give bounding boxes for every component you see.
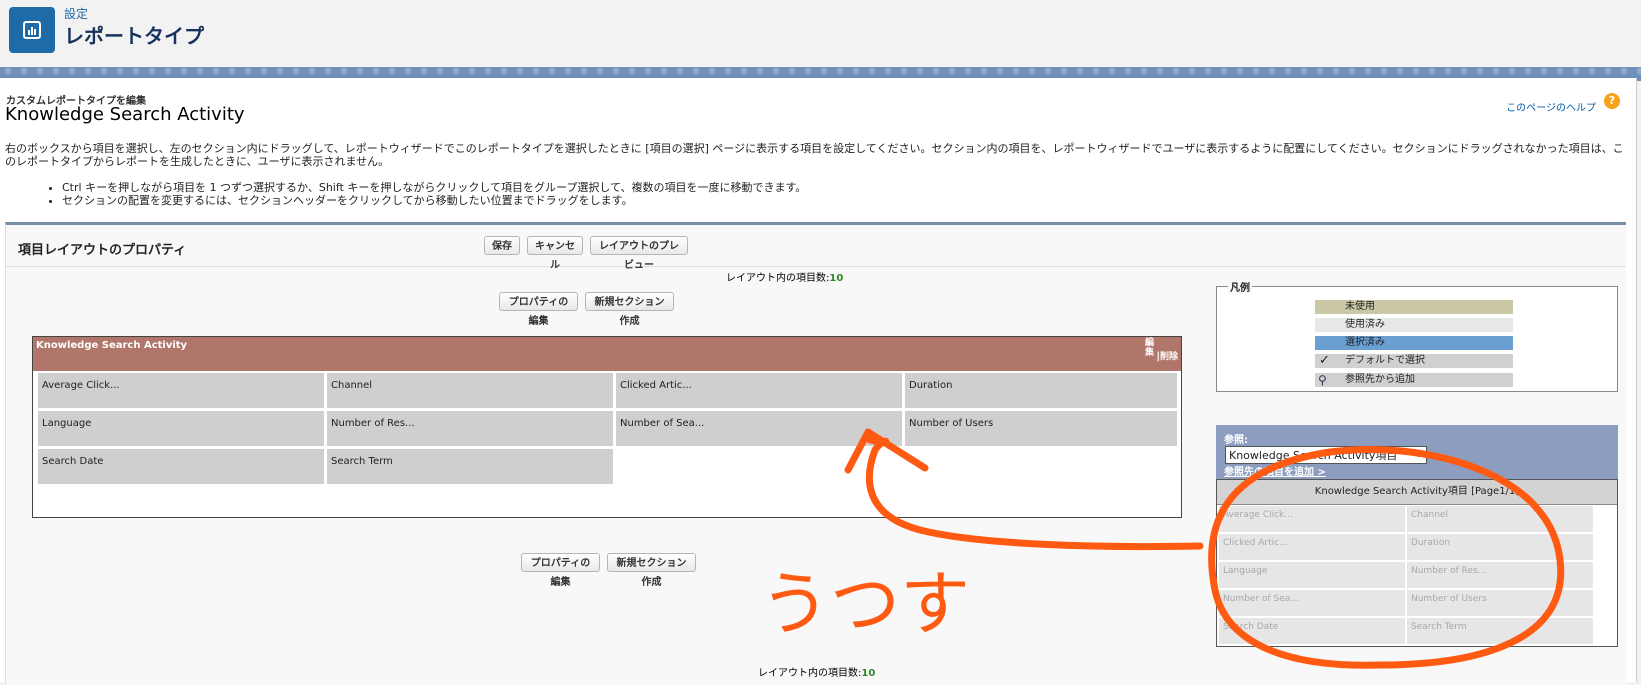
layout-field[interactable]: Duration <box>905 373 1177 408</box>
legend-label: 使用済み <box>1345 319 1385 330</box>
layout-field[interactable]: Search Date <box>38 449 324 484</box>
preview-button[interactable]: レイアウトのプレビュー <box>590 236 688 271</box>
instruction-bullets: Ctrl キーを押しながら項目を 1 つずつ選択するか、Shift キーを押しな… <box>46 181 806 207</box>
field-label: Number of Res... <box>331 418 415 429</box>
select-value: Knowledge Search Activity項目 <box>1229 449 1398 462</box>
field-label: Number of Users <box>1411 594 1487 604</box>
reference-field[interactable]: Duration <box>1407 534 1593 560</box>
layout-field[interactable]: Number of Users <box>905 411 1177 446</box>
page-indicator: [Page1/1] <box>1471 486 1520 497</box>
legend-title: 凡例 <box>1228 279 1252 294</box>
panel-header: 項目レイアウトのプロパティ 保存 キャンセル レイアウトのプレビュー <box>6 225 1626 271</box>
page-header: 設定 レポートタイプ <box>0 0 1641 68</box>
section-title: Knowledge Search Activity <box>36 340 188 351</box>
reference-select[interactable]: Knowledge Search Activity項目 ⌄ <box>1225 446 1427 464</box>
new-section-button-bottom[interactable]: 新規セクション作成 <box>607 553 696 588</box>
field-label: Channel <box>331 380 373 391</box>
legend-label: 参照先から追加 <box>1345 374 1415 385</box>
section-edit-link[interactable]: 編集 <box>1145 338 1157 358</box>
layout-field[interactable]: Search Term <box>327 449 613 484</box>
report-icon <box>9 7 55 53</box>
field-label: Number of Res... <box>1411 566 1487 576</box>
field-label: Number of Sea... <box>1223 594 1299 604</box>
page-title: レポートタイプ <box>64 24 204 48</box>
reference-field[interactable]: Channel <box>1407 506 1593 532</box>
field-label: Number of Sea... <box>620 418 705 429</box>
field-label: Language <box>42 418 92 429</box>
layout-field[interactable]: Clicked Artic... <box>616 373 902 408</box>
reference-list-header: Knowledge Search Activity項目 [Page1/1] <box>1217 480 1617 505</box>
reference-field-list: Knowledge Search Activity項目 [Page1/1] Av… <box>1216 479 1618 647</box>
reference-label: 参照: <box>1224 435 1248 446</box>
instructions: 右のボックスから項目を選択し、左のセクション内にドラッグして、レポートウィザード… <box>5 142 1624 168</box>
section-header[interactable]: Knowledge Search Activity 編集 |削除 <box>33 337 1181 371</box>
reference-field[interactable]: Number of Users <box>1407 590 1593 616</box>
check-icon: ✓ <box>1319 353 1330 368</box>
field-label: Search Term <box>331 456 393 467</box>
help-icon[interactable]: ? <box>1604 93 1620 109</box>
legend-label: 選択済み <box>1345 337 1385 348</box>
field-label: Duration <box>909 380 953 391</box>
panel-title: 項目レイアウトのプロパティ <box>18 243 187 258</box>
layout-field[interactable]: Average Click... <box>38 373 324 408</box>
field-label: Clicked Artic... <box>1223 538 1288 548</box>
layout-field[interactable]: Number of Res... <box>327 411 613 446</box>
bullet-item: Ctrl キーを押しながら項目を 1 つずつ選択するか、Shift キーを押しな… <box>62 181 806 194</box>
legend-label: 未使用 <box>1345 301 1375 312</box>
legend-unused: 未使用 <box>1315 300 1513 314</box>
count-value: 10 <box>829 273 844 284</box>
field-label: Search Date <box>1223 622 1279 632</box>
section-delete-label: 削除 <box>1159 352 1178 362</box>
legend-used: 使用済み <box>1315 318 1513 332</box>
legend-reference: ⚲ 参照先から追加 <box>1315 373 1513 387</box>
field-label: Clicked Artic... <box>620 380 692 391</box>
help-link[interactable]: このページのヘルプ <box>1506 99 1596 114</box>
field-label: Number of Users <box>909 418 994 429</box>
legend-box: 未使用 使用済み 選択済み ✓ デフォルトで選択 ⚲ 参照先から追加 <box>1216 286 1618 392</box>
field-count-bottom: レイアウト内の項目数:10 <box>758 664 875 679</box>
legend-selected: 選択済み <box>1315 336 1513 350</box>
legend-label: デフォルトで選択 <box>1345 355 1425 366</box>
edit-properties-button[interactable]: プロパティの編集 <box>499 292 578 327</box>
count-value: 10 <box>861 668 876 679</box>
layout-field[interactable]: Language <box>38 411 324 446</box>
field-label: Search Date <box>42 456 104 467</box>
bullet-item: セクションの配置を変更するには、セクションヘッダーをクリックしてから移動したい位… <box>62 194 806 207</box>
reference-field[interactable]: Number of Sea... <box>1219 590 1405 616</box>
field-label: Language <box>1223 566 1268 576</box>
reference-field[interactable]: Average Click... <box>1219 506 1405 532</box>
layout-field[interactable]: Channel <box>327 373 613 408</box>
count-label: レイアウト内の項目数: <box>726 273 830 284</box>
edit-properties-button-bottom[interactable]: プロパティの編集 <box>521 553 600 588</box>
field-label: Search Term <box>1411 622 1467 632</box>
reference-field[interactable]: Number of Res... <box>1407 562 1593 588</box>
field-count: レイアウト内の項目数:10 <box>726 269 843 284</box>
legend-default: ✓ デフォルトで選択 <box>1315 354 1513 368</box>
add-reference-link[interactable]: 参照先の項目を追加 > <box>1224 463 1326 478</box>
field-label: Duration <box>1411 538 1451 548</box>
count-label: レイアウト内の項目数: <box>758 668 862 679</box>
report-type-title: Knowledge Search Activity <box>5 104 245 125</box>
new-section-button[interactable]: 新規セクション作成 <box>585 292 674 327</box>
reference-field[interactable]: Search Date <box>1219 618 1405 644</box>
field-label: Average Click... <box>42 380 120 391</box>
list-title: Knowledge Search Activity項目 <box>1314 486 1468 497</box>
magnifier-icon: ⚲ <box>1318 373 1327 387</box>
reference-field[interactable]: Language <box>1219 562 1405 588</box>
main-content: カスタムレポートタイプを編集 Knowledge Search Activity… <box>0 78 1637 685</box>
reference-field[interactable]: Clicked Artic... <box>1219 534 1405 560</box>
layout-field[interactable]: Number of Sea... <box>616 411 902 446</box>
reference-field[interactable]: Search Term <box>1407 618 1593 644</box>
reference-panel: 参照: Knowledge Search Activity項目 ⌄ 参照先の項目を… <box>1216 425 1618 647</box>
field-label: Channel <box>1411 510 1448 520</box>
field-label: Average Click... <box>1223 510 1293 520</box>
save-button[interactable]: 保存 <box>484 236 520 255</box>
layout-section[interactable]: Knowledge Search Activity 編集 |削除 Average… <box>32 336 1182 518</box>
chevron-down-icon: ⌄ <box>1413 447 1423 460</box>
cancel-button[interactable]: キャンセル <box>527 236 583 271</box>
section-delete-link[interactable]: |削除 <box>1156 349 1178 362</box>
